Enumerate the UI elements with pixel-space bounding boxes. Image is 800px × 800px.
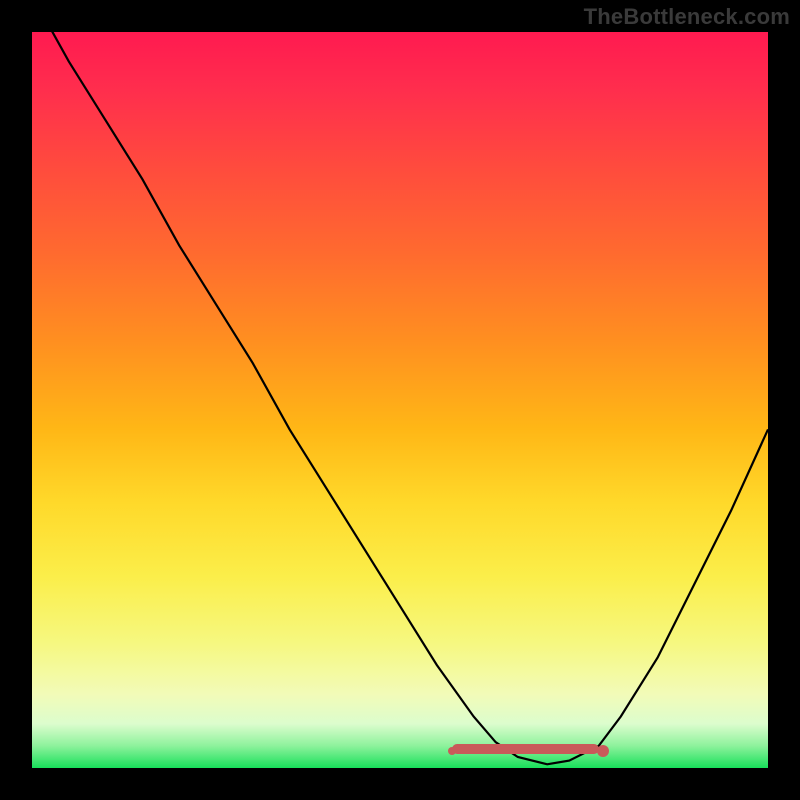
bottleneck-curve	[32, 32, 768, 768]
chart-frame: TheBottleneck.com	[0, 0, 800, 800]
optimal-range-dot	[448, 747, 456, 755]
plot-area	[32, 32, 768, 768]
optimal-range-end-dot	[597, 745, 609, 757]
optimal-range-marker	[452, 744, 599, 754]
watermark-text: TheBottleneck.com	[584, 4, 790, 30]
